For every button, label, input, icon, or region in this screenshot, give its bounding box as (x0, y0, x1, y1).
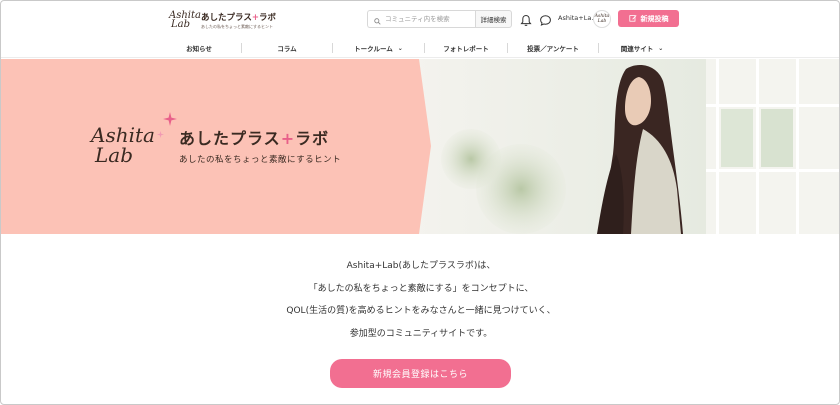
nav-item-news[interactable]: お知らせ (157, 38, 241, 58)
hero-photo (411, 59, 839, 234)
hero-logo-name-part2: ラボ (295, 129, 330, 148)
logo-name-part1: あしたプラス (201, 12, 252, 23)
search-box[interactable] (367, 10, 475, 28)
new-post-label: 新規投稿 (640, 14, 669, 23)
global-nav: お知らせ コラム トークルーム ⌄ フォトレポート 投票／アンケート 関連サイト ⌄ (1, 38, 839, 58)
username[interactable]: Ashita+La... (558, 14, 598, 22)
nav-item-label: 投票／アンケート (527, 45, 579, 53)
detail-search-button[interactable]: 詳細検索 (475, 10, 512, 28)
intro-line: QOL(生活の質)を高めるヒントをみなさんと一緒に見つけていく、 (286, 306, 556, 316)
logo-text: あしたプラス+ラボ あしたの私をちょっと素敵にするヒント (201, 11, 276, 30)
nav-item-photo-report[interactable]: フォトレポート (425, 38, 507, 58)
nav-item-label: トークルーム (354, 45, 393, 53)
hero-banner: Ashita Lab あしたプラス+ラボ あしたの私をちょっと素敵にするヒント (1, 59, 839, 234)
avatar[interactable]: Ashita Lab (593, 10, 611, 28)
site-header: Ashita Lab あしたプラス+ラボ あしたの私をちょっと素敵にするヒント … (1, 1, 839, 37)
sparkle-icon (157, 123, 164, 142)
logo-name: あしたプラス+ラボ (201, 11, 276, 23)
page-frame: Ashita Lab あしたプラス+ラボ あしたの私をちょっと素敵にするヒント … (0, 0, 840, 405)
search-icon (374, 10, 381, 29)
logo-tagline: あしたの私をちょっと素敵にするヒント (201, 23, 274, 29)
nav-item-label: コラム (277, 45, 297, 53)
nav-item-talkroom[interactable]: トークルーム ⌄ (333, 38, 424, 58)
hero-photo-illustration (411, 59, 839, 234)
avatar-line2: Lab (597, 19, 607, 24)
intro-line: 参加型のコミュニティサイトです。 (349, 328, 493, 339)
nav-item-label: 関連サイト (620, 45, 654, 53)
hero-logo-text: あしたプラス+ラボ あしたの私をちょっと素敵にするヒント (179, 125, 341, 165)
site-logo[interactable]: Ashita Lab あしたプラス+ラボ あしたの私をちょっと素敵にするヒント (169, 8, 276, 32)
hero-logo-mark-line2: Lab (95, 143, 134, 167)
nav-item-label: フォトレポート (443, 45, 489, 53)
intro-line: 「あしたの私をちょっと素敵にする」をコンセプトに、 (308, 283, 534, 294)
intro-line: Ashita+Lab(あしたプラスラボ)は、 (346, 261, 496, 271)
logo-name-part2: ラボ (258, 12, 276, 23)
hero-logo-name-part1: あしたプラス (179, 129, 281, 148)
nav-item-label: お知らせ (186, 45, 212, 53)
logo-mark: Ashita Lab (169, 11, 201, 30)
nav-item-vote-survey[interactable]: 投票／アンケート (508, 38, 598, 58)
hero-logo-tagline: あしたの私をちょっと素敵にするヒント (179, 155, 342, 165)
search-input[interactable] (385, 15, 475, 23)
chat-icon[interactable] (539, 12, 552, 26)
hero-logo-name: あしたプラス+ラボ (179, 125, 341, 149)
pencil-icon (628, 14, 637, 24)
intro-text: Ashita+Lab(あしたプラスラボ)は、 「あしたの私をちょっと素敵にする」… (1, 255, 839, 345)
chevron-down-icon: ⌄ (658, 44, 664, 52)
chevron-down-icon: ⌄ (397, 44, 403, 52)
hero-logo: Ashita Lab あしたプラス+ラボ あしたの私をちょっと素敵にするヒント (91, 112, 341, 167)
logo-mark-line2: Lab (171, 19, 191, 30)
register-button[interactable]: 新規会員登録はこちら (330, 359, 511, 388)
logo-name-plus: + (251, 12, 259, 23)
new-post-button[interactable]: 新規投稿 (618, 10, 679, 27)
nav-item-related-sites[interactable]: 関連サイト ⌄ (599, 38, 685, 58)
bell-icon[interactable] (520, 12, 532, 26)
nav-item-column[interactable]: コラム (242, 38, 332, 58)
sparkle-icon (163, 111, 177, 130)
hero-logo-name-plus: + (280, 129, 296, 148)
